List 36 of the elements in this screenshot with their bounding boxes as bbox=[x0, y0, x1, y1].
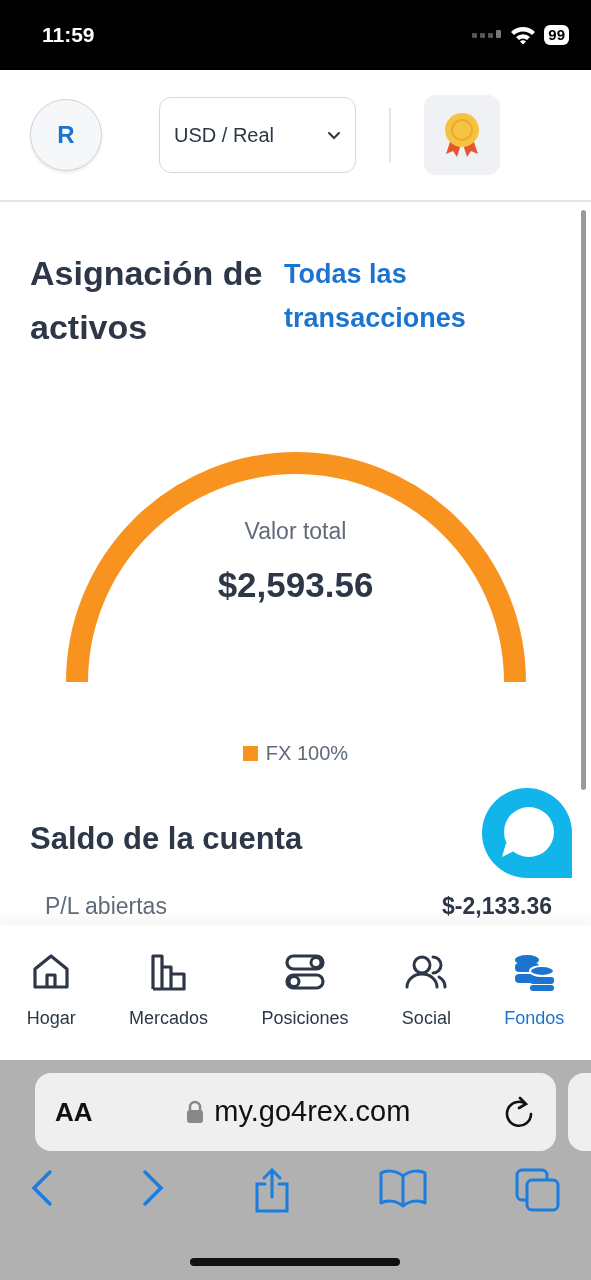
nav-tab[interactable]: Social bbox=[401, 953, 451, 1032]
nav-tab[interactable]: Mercados bbox=[129, 953, 209, 1032]
forward-icon[interactable] bbox=[140, 1168, 165, 1208]
signal-icon bbox=[472, 30, 503, 40]
balance-label: P/L abiertas bbox=[45, 892, 167, 922]
lock-icon bbox=[186, 1100, 205, 1124]
clock-time: 11:59 bbox=[42, 22, 95, 49]
tabs-icon[interactable] bbox=[515, 1168, 561, 1212]
people-icon bbox=[405, 953, 448, 991]
bar-chart-icon bbox=[148, 953, 189, 991]
back-icon[interactable] bbox=[30, 1168, 54, 1208]
account-select[interactable]: USD / Real bbox=[159, 97, 356, 173]
total-value: $2,593.56 bbox=[216, 563, 375, 606]
gauge-label: Valor total bbox=[243, 517, 348, 546]
book-icon[interactable] bbox=[378, 1168, 429, 1208]
nav-tab[interactable]: Posiciones bbox=[261, 953, 349, 1032]
legend-label: FX 100% bbox=[265, 741, 349, 766]
reload-icon[interactable] bbox=[504, 1096, 534, 1128]
coins-icon bbox=[513, 953, 556, 991]
award-button[interactable] bbox=[424, 95, 500, 175]
section-title: Asignación de activos bbox=[30, 253, 264, 348]
url-text: my.go4rex.com bbox=[214, 1094, 411, 1130]
balance-value: $-2,133.36 bbox=[442, 892, 552, 922]
toggles-icon bbox=[284, 953, 325, 991]
home-icon bbox=[31, 953, 72, 991]
nav-tab[interactable]: Hogar bbox=[26, 953, 76, 1032]
transactions-link[interactable]: Todas las transacciones bbox=[284, 252, 561, 354]
nav-tab[interactable]: Fondos bbox=[504, 953, 565, 1032]
section-title: Saldo de la cuenta bbox=[30, 820, 303, 858]
battery-level: 99 bbox=[544, 25, 569, 45]
wifi-icon bbox=[510, 25, 537, 45]
avatar-button[interactable]: R bbox=[30, 99, 102, 171]
chevron-down-icon bbox=[327, 130, 341, 140]
address-bar[interactable]: AA my.go4rex.com bbox=[35, 1073, 556, 1151]
text-size-button[interactable]: AA bbox=[55, 1092, 93, 1132]
chat-button[interactable] bbox=[482, 788, 572, 878]
